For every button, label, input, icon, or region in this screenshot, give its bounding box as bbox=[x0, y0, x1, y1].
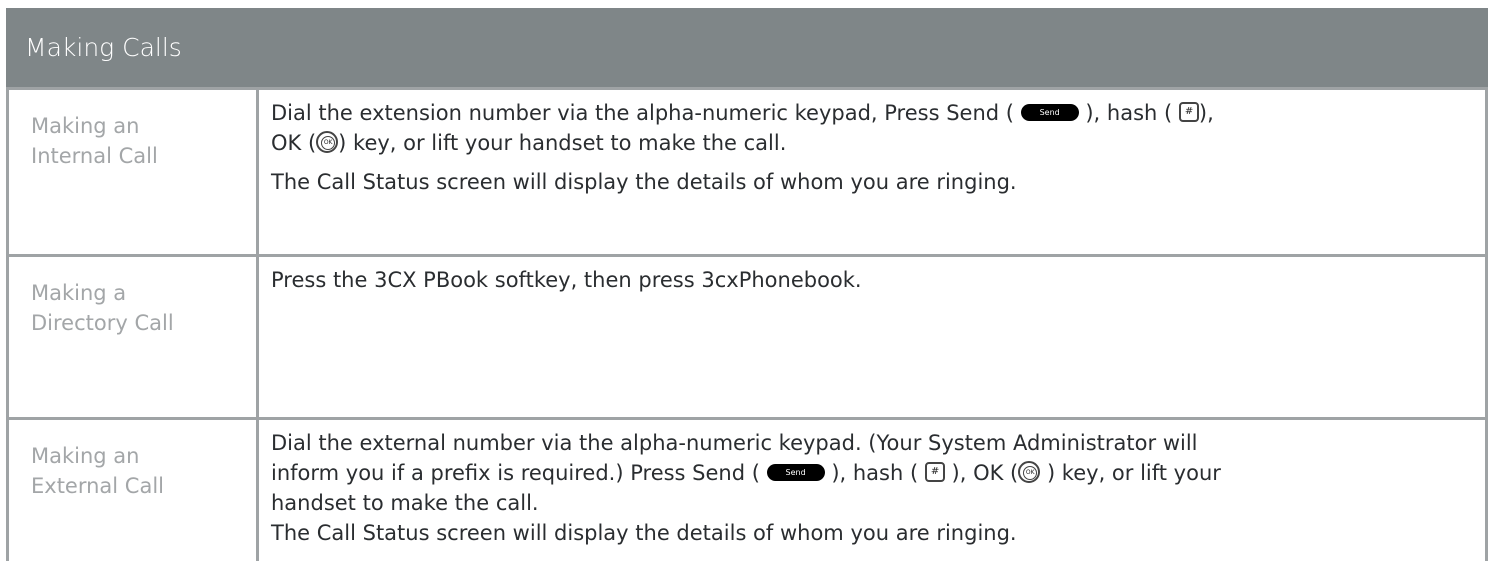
text-run: ), hash ( bbox=[1085, 101, 1173, 125]
row-label-line: Making an bbox=[31, 114, 140, 138]
status-text: The Call Status screen will display the … bbox=[271, 521, 1017, 545]
ok-key-label: OK bbox=[1023, 466, 1038, 480]
row-body: Dial the external number via the alpha-n… bbox=[256, 417, 1488, 561]
document: Making Calls Making an Internal Call Dia… bbox=[6, 8, 1488, 561]
text-run: ) key, or lift your bbox=[1046, 461, 1221, 485]
row-label-line: Making an bbox=[31, 444, 140, 468]
row-label: Making a Directory Call bbox=[6, 254, 259, 420]
ok-key-icon: OK bbox=[316, 131, 339, 153]
row-body: Dial the extension number via the alpha-… bbox=[256, 87, 1488, 257]
table-row: Making an External Call Dial the externa… bbox=[6, 417, 1488, 561]
text-run: ), hash ( bbox=[831, 461, 919, 485]
send-key-icon: Send bbox=[1020, 103, 1079, 121]
text-run: ) key, or lift your handset to make the … bbox=[338, 131, 787, 155]
row-label: Making an Internal Call bbox=[6, 87, 259, 257]
instruction-paragraph: Dial the external number via the alpha-n… bbox=[271, 428, 1475, 548]
text-run: Dial the extension number via the alpha-… bbox=[271, 101, 1014, 125]
instruction-paragraph: Dial the extension number via the alpha-… bbox=[271, 98, 1475, 158]
instruction-paragraph: Press the 3CX PBook softkey, then press … bbox=[271, 268, 862, 292]
text-run: Dial the external number via the alpha-n… bbox=[271, 431, 1198, 455]
row-label-line: Internal Call bbox=[31, 144, 158, 168]
status-paragraph: The Call Status screen will display the … bbox=[271, 170, 1017, 194]
section-header: Making Calls bbox=[6, 8, 1488, 87]
row-body: Press the 3CX PBook softkey, then press … bbox=[256, 254, 1488, 420]
send-key-icon: Send bbox=[766, 463, 825, 481]
hash-key-icon: # bbox=[1178, 102, 1199, 122]
ok-key-label: OK bbox=[321, 136, 336, 150]
text-run: ), bbox=[1198, 101, 1214, 125]
calls-table: Making an Internal Call Dial the extensi… bbox=[6, 87, 1488, 561]
table-row: Making an Internal Call Dial the extensi… bbox=[6, 87, 1488, 257]
text-run: handset to make the call. bbox=[271, 491, 539, 515]
text-run: ), OK ( bbox=[951, 461, 1019, 485]
hash-key-icon: # bbox=[924, 462, 945, 482]
ok-key-icon: OK bbox=[1018, 461, 1041, 483]
row-label: Making an External Call bbox=[6, 417, 259, 561]
table-row: Making a Directory Call Press the 3CX PB… bbox=[6, 254, 1488, 420]
row-label-line: Directory Call bbox=[31, 311, 174, 335]
row-label-line: Making a bbox=[31, 281, 127, 305]
text-run: OK ( bbox=[271, 131, 317, 155]
row-label-line: External Call bbox=[31, 474, 165, 498]
text-run: inform you if a prefix is required.) Pre… bbox=[271, 461, 760, 485]
